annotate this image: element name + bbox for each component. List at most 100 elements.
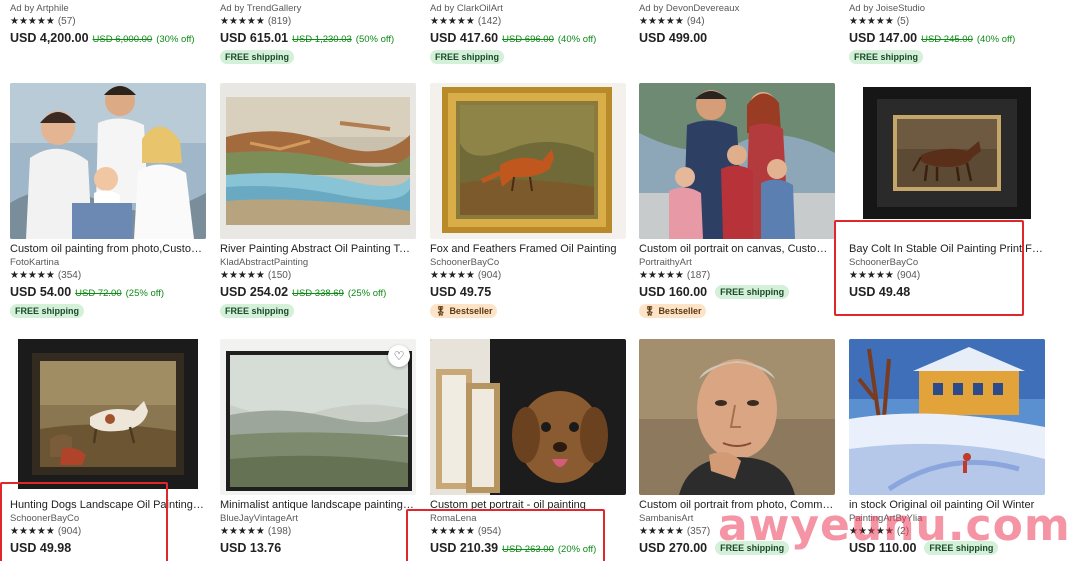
listing-image[interactable] [430,83,626,239]
rating: ★★★★★ (904) [10,525,206,539]
listing-image[interactable] [639,83,835,239]
stars-icon: ★★★★★ [10,526,55,537]
listing-card[interactable]: Ad by TrendGallery ★★★★★ (819) USD 615.01… [220,2,416,64]
listing-title[interactable]: Custom oil painting from photo,Custom po… [10,242,206,256]
listing-card[interactable]: Ad by DevonDevereaux ★★★★★ (94) USD 499.0… [639,2,835,47]
price: USD 270.00 [639,541,708,555]
stars-icon: ★★★★★ [10,16,55,27]
listing-card[interactable]: Hunting Dogs Landscape Oil Painting Fram… [10,339,206,557]
abstract-river-painting-image [220,83,416,239]
original-price: USD 1,230.03 [292,34,352,45]
listing-card[interactable]: Custom oil painting from photo,Custom po… [10,83,206,318]
family-portrait-photo-image [639,83,835,239]
review-count: (354) [57,270,82,281]
listing-card[interactable]: Ad by JoiseStudio ★★★★★ (5) USD 147.00 USD… [849,2,1045,64]
review-count: (904) [477,270,502,281]
free-shipping-badge: FREE shipping [715,285,790,299]
rating: ★★★★★ (198) [220,525,416,539]
price-line: USD 49.48 [849,283,1045,301]
listing-title[interactable]: Fox and Feathers Framed Oil Painting [430,242,626,256]
listing-title[interactable]: River Painting Abstract Oil Painting Tex… [220,242,416,256]
listing-card[interactable]: Bay Colt In Stable Oil Painting Print Fr… [849,83,1045,301]
shop-name[interactable]: BlueJayVintageArt [220,512,416,525]
free-shipping-badge: FREE shipping [849,50,923,64]
shop-name[interactable]: RomaLena [430,512,626,525]
stars-icon: ★★★★★ [220,270,265,281]
discount: (20% off) [557,544,597,555]
rating: ★★★★★ (150) [220,269,416,283]
rating: ★★★★★ (187) [639,269,835,283]
original-price: USD 6,000.00 [92,34,153,45]
shop-name[interactable]: PortraithyArt [639,256,835,269]
price-line: USD 254.02 USD 338.69 (25% off) [220,283,416,301]
listing-image[interactable] [220,83,416,239]
listing-image[interactable] [430,339,626,495]
shop-name[interactable]: KladAbstractPainting [220,256,416,269]
review-count: (94) [686,16,705,27]
shop-name[interactable]: SchoonerBayCo [10,512,206,525]
stars-icon: ★★★★★ [849,270,894,281]
discount: (50% off) [355,34,395,45]
shop-name[interactable]: SchoonerBayCo [430,256,626,269]
review-count: (187) [686,270,711,281]
listing-card[interactable]: ♡ Minimalist antique landscape painting … [220,339,416,557]
shop-name[interactable]: FotoKartina [10,256,206,269]
listing-card[interactable]: Fox and Feathers Framed Oil Painting Sch… [430,83,626,318]
ribbon-icon: 🎖 [435,306,447,316]
price-line: USD 49.98 [10,539,206,557]
ad-label[interactable]: Ad by JoiseStudio [849,2,1045,15]
price-line: USD 417.60 USD 696.00 (40% off) [430,29,626,47]
listing-image[interactable] [849,339,1045,495]
listing-image[interactable]: ♡ [220,339,416,495]
listing-title[interactable]: Bay Colt In Stable Oil Painting Print Fr… [849,242,1045,256]
rating: ★★★★★ (57) [10,15,206,29]
price: USD 210.39 [430,541,499,555]
listing-card[interactable]: River Painting Abstract Oil Painting Tex… [220,83,416,318]
stars-icon: ★★★★★ [430,16,475,27]
price: USD 4,200.00 [10,31,89,45]
original-price: USD 263.00 [502,544,554,555]
heart-icon: ♡ [393,349,405,363]
listing-title[interactable]: Custom pet portrait - oil painting [430,498,626,512]
review-count: (904) [896,270,921,281]
rating: ★★★★★ (954) [430,525,626,539]
free-shipping-badge: FREE shipping [10,304,84,318]
stars-icon: ★★★★★ [639,526,684,537]
shop-name[interactable]: SchoonerBayCo [849,256,1045,269]
ad-label[interactable]: Ad by DevonDevereaux [639,2,835,15]
price: USD 49.98 [10,541,72,555]
ad-label[interactable]: Ad by TrendGallery [220,2,416,15]
framed-hunting-dogs-painting-image [10,339,206,495]
family-portrait-painting-image [10,83,206,239]
listing-image[interactable] [849,83,1045,239]
price-line: USD 210.39 USD 263.00 (20% off) [430,539,626,557]
listing-image[interactable] [639,339,835,495]
rating: ★★★★★ (94) [639,15,835,29]
listing-title[interactable]: Minimalist antique landscape painting pr… [220,498,416,512]
listing-image[interactable] [10,339,206,495]
price-line: USD 160.00 FREE shipping [639,283,835,301]
listing-card[interactable]: Ad by Artphile ★★★★★ (57) USD 4,200.00 USD… [10,2,206,47]
listing-title[interactable]: Hunting Dogs Landscape Oil Painting Fram… [10,498,206,512]
review-count: (150) [267,270,292,281]
listing-card[interactable]: Custom oil portrait on canvas, Custom fa… [639,83,835,318]
bestseller-badge: 🎖 Bestseller [430,304,498,318]
price-line: USD 54.00 USD 72.00 (25% off) [10,283,206,301]
framed-horse-painting-image [849,83,1045,239]
winter-village-painting-image [849,339,1045,495]
listing-card[interactable]: Ad by ClarkOilArt ★★★★★ (142) USD 417.60 U… [430,2,626,64]
listing-card[interactable]: Custom pet portrait - oil painting RomaL… [430,339,626,557]
price-line: USD 13.76 [220,539,416,557]
stars-icon: ★★★★★ [639,270,684,281]
listing-image[interactable] [10,83,206,239]
favorite-button[interactable]: ♡ [388,345,410,367]
price-line: USD 147.00 USD 245.00 (40% off) [849,29,1045,47]
ad-label[interactable]: Ad by Artphile [10,2,206,15]
ad-label[interactable]: Ad by ClarkOilArt [430,2,626,15]
price-line: USD 615.01 USD 1,230.03 (50% off) [220,29,416,47]
stars-icon: ★★★★★ [430,270,475,281]
free-shipping-badge: FREE shipping [220,50,294,64]
review-count: (904) [57,526,82,537]
listing-title[interactable]: Custom oil portrait on canvas, Custom fa… [639,242,835,256]
free-shipping-badge: FREE shipping [220,304,294,318]
